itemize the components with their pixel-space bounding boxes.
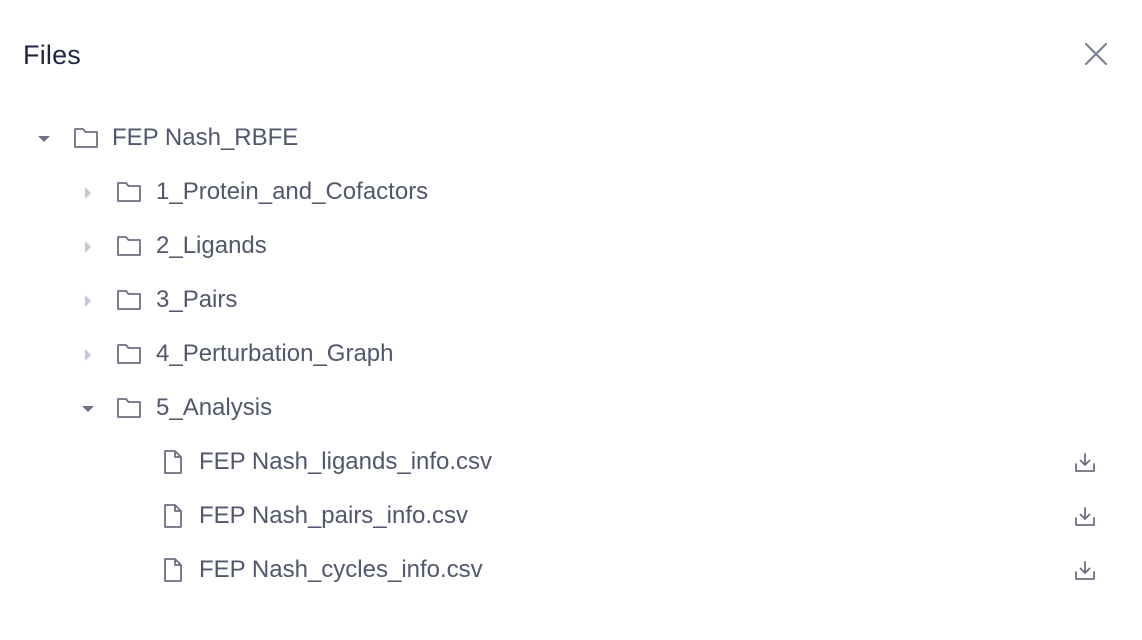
tree-node-label: FEP Nash_pairs_info.csv [199,502,469,529]
close-button[interactable] [1080,38,1112,70]
download-icon [1075,561,1095,580]
dialog-title: Files [23,40,82,70]
close-icon [1084,42,1108,66]
tree-node-folder-ligands[interactable]: 2_Ligands [0,220,1142,274]
folder-icon [73,125,99,151]
file-icon [160,557,186,583]
caret-right-icon[interactable] [80,239,96,255]
tree-node-label: FEP Nash_ligands_info.csv [199,448,493,475]
file-icon [160,449,186,475]
tree-node-label: FEP Nash_RBFE [112,124,299,151]
file-icon [160,503,186,529]
files-dialog: Files FEP Nash_RBFE 1_Protein_and_Cofact… [0,0,1142,640]
tree-node-label: 4_Perturbation_Graph [156,340,394,367]
tree-node-root[interactable]: FEP Nash_RBFE [0,112,1142,166]
tree-node-label: FEP Nash_cycles_info.csv [199,556,483,583]
folder-icon [116,287,142,313]
caret-right-icon[interactable] [80,347,96,363]
tree-node-label: 5_Analysis [156,394,273,421]
file-tree: FEP Nash_RBFE 1_Protein_and_Cofactors 2_… [0,112,1142,598]
caret-right-icon[interactable] [80,293,96,309]
folder-icon [116,233,142,259]
download-icon [1075,453,1095,472]
download-button[interactable] [1073,505,1097,529]
tree-node-file-ligands-info[interactable]: FEP Nash_ligands_info.csv [0,436,1142,490]
folder-icon [116,179,142,205]
tree-node-file-pairs-info[interactable]: FEP Nash_pairs_info.csv [0,490,1142,544]
caret-right-icon[interactable] [80,185,96,201]
tree-node-folder-protein-and-cofactors[interactable]: 1_Protein_and_Cofactors [0,166,1142,220]
download-icon [1075,507,1095,526]
tree-node-file-cycles-info[interactable]: FEP Nash_cycles_info.csv [0,544,1142,598]
folder-icon [116,395,142,421]
caret-down-icon[interactable] [36,131,52,147]
tree-node-label: 2_Ligands [156,232,267,259]
download-button[interactable] [1073,451,1097,475]
tree-node-folder-pairs[interactable]: 3_Pairs [0,274,1142,328]
tree-node-folder-perturbation-graph[interactable]: 4_Perturbation_Graph [0,328,1142,382]
tree-node-label: 3_Pairs [156,286,238,313]
folder-icon [116,341,142,367]
download-button[interactable] [1073,559,1097,583]
caret-down-icon[interactable] [80,401,96,417]
tree-node-folder-analysis[interactable]: 5_Analysis [0,382,1142,436]
tree-node-label: 1_Protein_and_Cofactors [156,178,429,205]
